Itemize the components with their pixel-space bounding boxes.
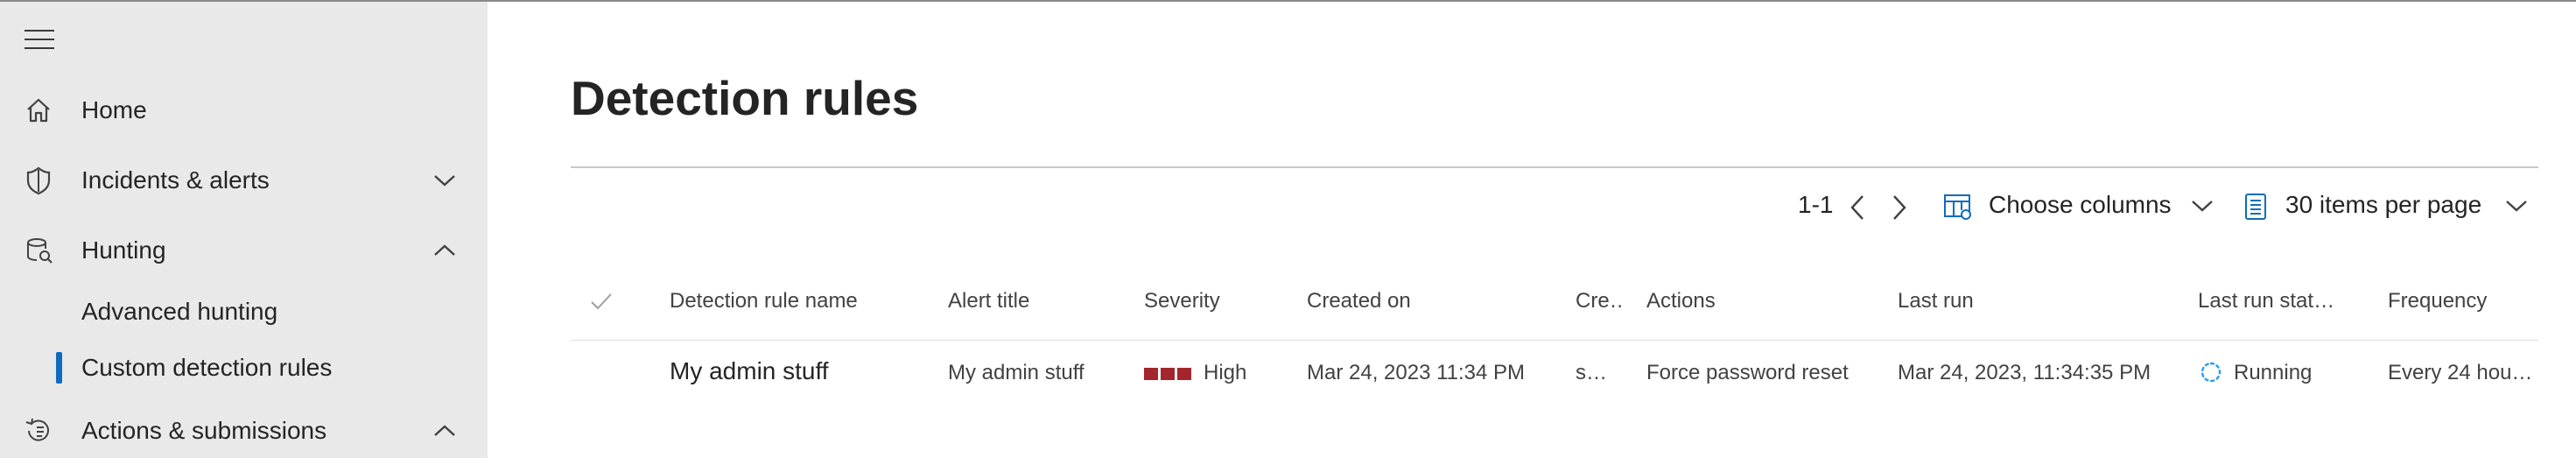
sidebar-item-label: Home (81, 96, 147, 123)
frequency-cell: Every 24 hou… (2388, 361, 2533, 384)
column-settings-icon (1944, 194, 1971, 220)
running-spinner-icon (2200, 362, 2222, 383)
sidebar-nav: Home Incidents & alerts Hunting Advanced… (0, 2, 488, 458)
items-per-page-dropdown[interactable]: 30 items per page (2243, 187, 2536, 226)
actions-history-icon (25, 418, 49, 441)
sidebar-subitem-label: Advanced hunting (81, 298, 278, 325)
created-by-cell: s… (1576, 361, 1607, 384)
shield-icon (26, 166, 51, 195)
sidebar-item-label: Actions & submissions (81, 417, 327, 444)
sidebar-item-hunting[interactable]: Hunting (0, 222, 488, 278)
sidebar-item-home[interactable]: Home (0, 82, 488, 138)
chevron-left-icon[interactable] (1845, 191, 1871, 224)
actions-cell: Force password reset (1646, 361, 1849, 384)
rule-name-link[interactable]: My admin stuff (670, 357, 932, 385)
table-header-divider (571, 340, 2538, 341)
chevron-down-icon (2192, 201, 2213, 212)
sidebar-item-actions-submissions[interactable]: Actions & submissions (0, 403, 488, 458)
sidebar-subitem-advanced-hunting[interactable]: Advanced hunting (0, 285, 488, 338)
last-run-cell: Mar 24, 2023, 11:34:35 PM (1898, 361, 2151, 384)
sidebar-item-label: Incidents & alerts (81, 166, 270, 194)
column-header-severity[interactable]: Severity (1144, 289, 1293, 314)
column-header-last-run[interactable]: Last run (1898, 289, 2178, 314)
home-icon (27, 98, 50, 123)
sidebar-item-incidents-alerts[interactable]: Incidents & alerts (0, 152, 488, 208)
alert-title-cell: My admin stuff (948, 361, 1084, 384)
chevron-down-icon (2506, 201, 2527, 212)
last-run-status-cell: Running (2234, 361, 2313, 384)
choose-columns-button[interactable]: Choose columns (1943, 187, 2223, 226)
hunting-icon (27, 238, 53, 264)
column-header-last-run-status[interactable]: Last run stat… (2198, 289, 2373, 314)
chevron-up-icon[interactable] (432, 242, 458, 259)
choose-columns-label: Choose columns (1989, 191, 2172, 218)
chevron-right-icon[interactable] (1885, 191, 1912, 224)
severity-cell: High (1204, 361, 1247, 384)
hamburger-menu-icon[interactable] (25, 28, 54, 51)
column-header-detection-rule-name[interactable]: Detection rule name (670, 289, 932, 314)
sidebar-subitem-label: Custom detection rules (81, 354, 333, 381)
column-header-frequency[interactable]: Frequency (2388, 289, 2538, 314)
column-header-created-on[interactable]: Created on (1307, 289, 1552, 314)
active-indicator (56, 352, 62, 384)
chevron-up-icon[interactable] (432, 422, 458, 440)
page-title: Detection rules (571, 71, 919, 125)
chevron-down-icon[interactable] (432, 172, 458, 189)
column-header-created-by[interactable]: Cre… (1576, 289, 1625, 314)
divider (571, 166, 2538, 168)
sidebar-subitem-custom-detection-rules[interactable]: Custom detection rules (0, 342, 488, 394)
column-header-actions[interactable]: Actions (1646, 289, 1874, 314)
column-header-alert-title[interactable]: Alert title (948, 289, 1123, 314)
pager-range: 1-1 (1798, 191, 1834, 218)
select-all-checkmark-icon[interactable] (588, 289, 614, 314)
created-on-cell: Mar 24, 2023 11:34 PM (1307, 361, 1526, 384)
items-per-page-label: 30 items per page (2285, 191, 2482, 218)
list-icon (2245, 194, 2266, 220)
sidebar-item-label: Hunting (81, 236, 166, 264)
